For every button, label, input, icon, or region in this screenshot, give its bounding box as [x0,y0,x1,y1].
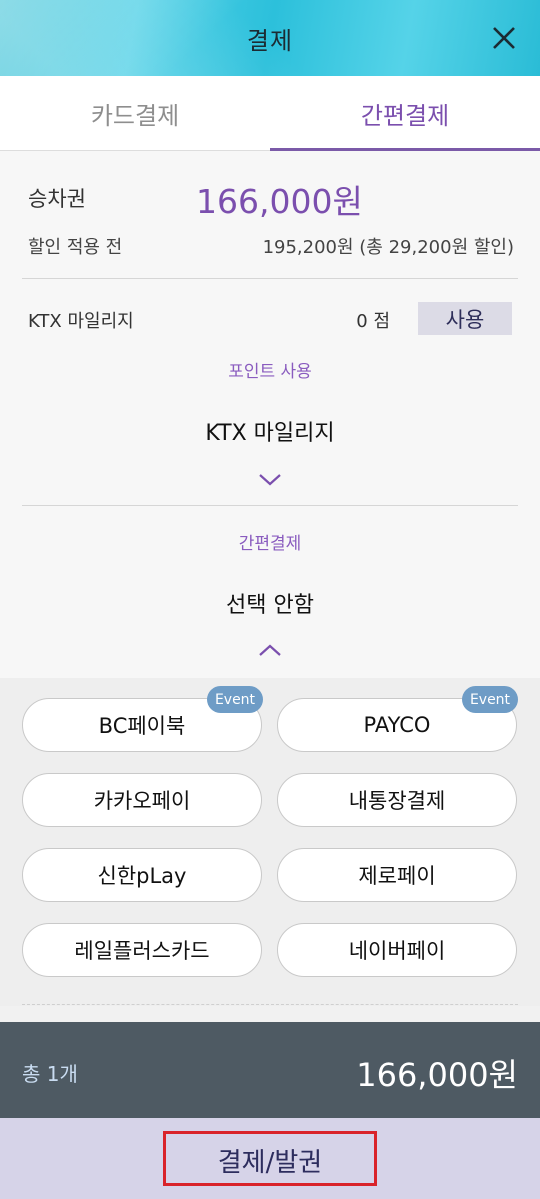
mileage-row: KTX 마일리지 0 점 사용 [28,301,512,335]
option-zeropay[interactable]: 제로페이 [277,848,517,902]
divider [22,278,518,279]
option-label: 네이버페이 [348,939,446,963]
discount-value: 195,200원 (총 29,200원 할인) [262,237,514,258]
mileage-points: 0 점 [356,311,390,332]
ticket-row: 승차권 166,000원 [28,175,512,221]
option-label: 제로페이 [358,864,436,888]
chevron-down-icon[interactable] [258,473,282,487]
easy-pay-select[interactable]: 선택 안함 [0,587,540,619]
tab-easy-payment[interactable]: 간편결제 [270,76,540,151]
option-bank-account-pay[interactable]: 내통장결제 [277,773,517,827]
total-price: 166,000원 [356,1056,518,1094]
pay-issue-button[interactable]: 결제/발권 [0,1118,540,1199]
tab-card-payment[interactable]: 카드결제 [0,76,270,150]
total-bar: 총 1개 166,000원 [0,1022,540,1118]
option-label: PAYCO [363,713,431,737]
payment-tabs: 카드결제 간편결제 [0,76,540,151]
option-label: 내통장결제 [348,789,446,813]
option-kakaopay[interactable]: 카카오페이 [22,773,262,827]
point-use-caption: 포인트 사용 [228,362,312,382]
option-label: 신한pLay [97,864,187,888]
discount-label: 할인 적용 전 [28,237,123,258]
easy-pay-options: BC페이북 Event PAYCO Event 카카오페이 내통장결제 신한pL… [0,678,540,1006]
option-label: 레일플러스카드 [74,939,210,963]
event-badge: Event [207,686,263,713]
easy-pay-caption: 간편결제 [238,534,302,554]
ticket-label: 승차권 [28,187,86,211]
payment-summary: 승차권 166,000원 할인 적용 전 195,200원 (총 29,200원… [0,151,540,678]
ticket-price: 166,000원 [196,182,363,221]
mileage-label: KTX 마일리지 [28,311,134,332]
total-count: 총 1개 [22,1062,78,1086]
close-icon [493,27,515,49]
discount-row: 할인 적용 전 195,200원 (총 29,200원 할인) [28,233,514,259]
dashed-divider [22,1004,518,1005]
option-shinhan-play[interactable]: 신한pLay [22,848,262,902]
option-railplus-card[interactable]: 레일플러스카드 [22,923,262,977]
header-bar: 결제 [0,0,540,76]
option-naverpay[interactable]: 네이버페이 [277,923,517,977]
option-label: 카카오페이 [93,789,191,813]
point-use-select[interactable]: KTX 마일리지 [0,415,540,447]
divider [22,505,518,506]
use-mileage-button[interactable]: 사용 [418,302,512,335]
close-button[interactable] [488,22,520,54]
page-title: 결제 [246,26,294,55]
event-badge: Event [462,686,518,713]
chevron-up-icon[interactable] [258,643,282,657]
option-label: BC페이북 [98,714,186,738]
pay-issue-label: 결제/발권 [163,1131,377,1186]
